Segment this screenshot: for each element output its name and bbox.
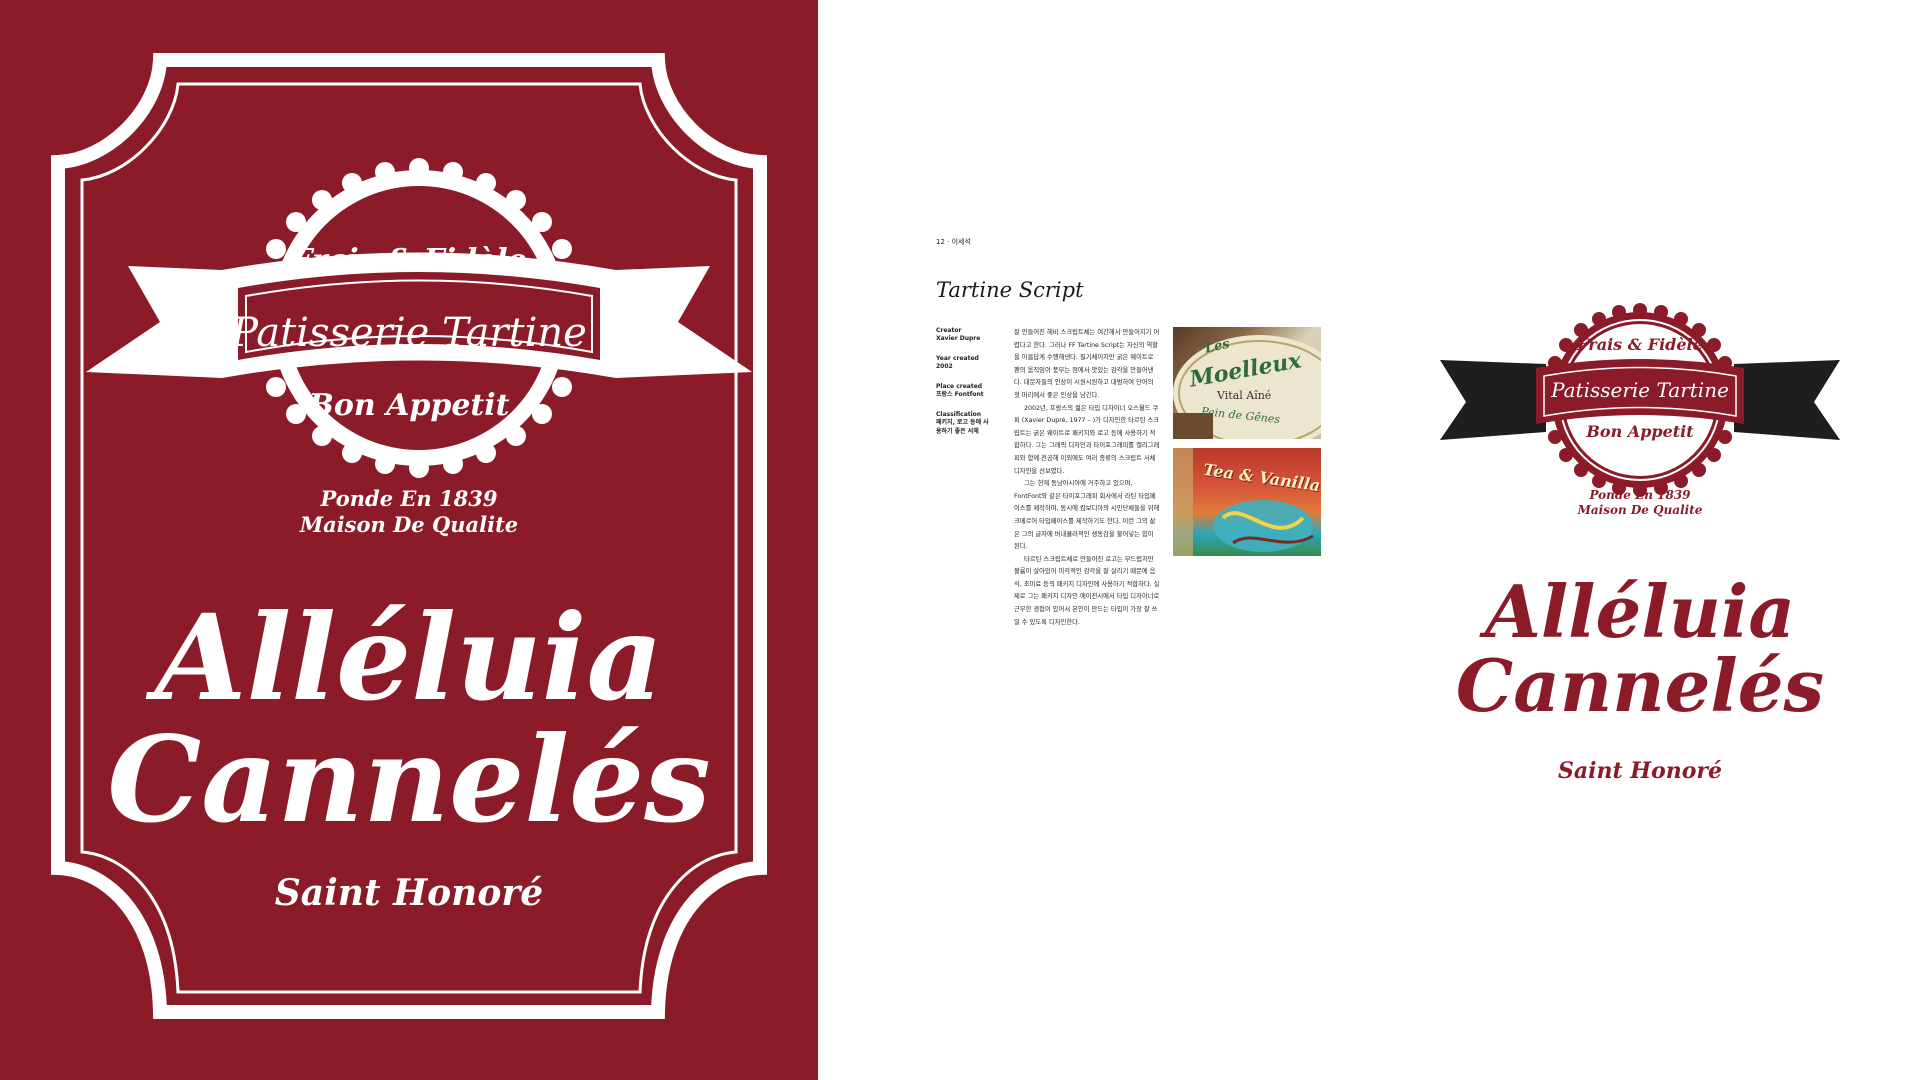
logo-panel: Frais & Fidèle Patisserie Tartine Bon Ap… bbox=[1440, 290, 1840, 830]
body-paragraph: 타르틴 스크립트체로 만들어진 로고는 부드럽지만 볼륨이 살아있어 미각적인 … bbox=[1014, 555, 1160, 626]
ornate-frame bbox=[51, 53, 767, 1019]
meta-place: Place created 프랑스 Fontfont bbox=[936, 383, 1008, 400]
established-line-2: Maison De Qualite bbox=[299, 512, 519, 537]
logo-badge-bottom-text: Bon Appetit bbox=[1586, 422, 1694, 441]
logo-footer-text: Saint Honoré bbox=[1557, 758, 1723, 784]
logo-headline-line-2: Cannelés bbox=[1455, 643, 1825, 728]
logo-badge-top-text: Frais & Fidèle bbox=[1577, 335, 1703, 354]
photo-moelleux-tin: Les Moelleux Vital Aîné Pain de Gênes bbox=[1173, 327, 1321, 439]
badge-top-text: Frais & Fidèle bbox=[291, 243, 527, 278]
meta-year: Year created 2002 bbox=[936, 355, 1008, 372]
headline-line-1: Alléluia bbox=[154, 588, 664, 727]
meta-label: Creator bbox=[936, 327, 962, 334]
specimen-body: 잘 만들어진 헤비 스크립트체는 여간해서 만들어지기 어렵다고 한다. 그러나… bbox=[1014, 327, 1160, 629]
badge-bottom-text: Bon Appetit bbox=[308, 388, 510, 423]
badge-center-text: Patisserie Tartine bbox=[231, 310, 587, 356]
body-paragraph: 잘 만들어진 헤비 스크립트체는 여간해서 만들어지기 어렵다고 한다. 그러나… bbox=[1014, 329, 1160, 399]
body-paragraph: 2002년, 프랑스의 젊은 타입 디자이너 오스월드 쿠퍼 (Xavier D… bbox=[1014, 404, 1160, 475]
logo-badge-center-text: Patisserie Tartine bbox=[1551, 378, 1729, 402]
meta-value: 패키지, 로고 등에 사용하기 좋은 서체 bbox=[936, 419, 989, 435]
logo-headline-line-1: Alléluia bbox=[1484, 569, 1796, 654]
footer-text: Saint Honoré bbox=[274, 872, 544, 914]
page-number: 12 · 이세석 bbox=[936, 238, 971, 246]
meta-classification: Classification 패키지, 로고 등에 사용하기 좋은 서체 bbox=[936, 411, 992, 436]
specimen-title: Tartine Script bbox=[936, 278, 1084, 302]
logo-established-line-1: Ponde En 1839 bbox=[1589, 488, 1691, 502]
headline-line-2: Cannelés bbox=[107, 710, 711, 849]
meta-value: 프랑스 Fontfont bbox=[936, 391, 984, 399]
specimen-page: 12 · 이세석 Tartine Script Creator Xavier D… bbox=[936, 0, 1328, 700]
meta-value: 2002 bbox=[936, 363, 953, 371]
poster-panel: Frais & Fidèle Patisserie Tartine Bon Ap… bbox=[0, 0, 818, 1080]
meta-label: Year created bbox=[936, 355, 979, 362]
body-paragraph: 그는 현재 동남아시아에 거주하고 있으며, FontFont와 같은 타이포그… bbox=[1014, 480, 1160, 551]
photo-tea-vanilla-tin: Tea & Vanilla bbox=[1173, 448, 1321, 556]
meta-creator: Creator Xavier Dupre bbox=[936, 327, 1008, 344]
logo-established-line-2: Maison De Qualite bbox=[1577, 503, 1703, 517]
photo1-text-3: Vital Aîné bbox=[1217, 389, 1272, 402]
established-line-1: Ponde En 1839 bbox=[320, 486, 498, 511]
meta-value: Xavier Dupre bbox=[936, 335, 981, 343]
